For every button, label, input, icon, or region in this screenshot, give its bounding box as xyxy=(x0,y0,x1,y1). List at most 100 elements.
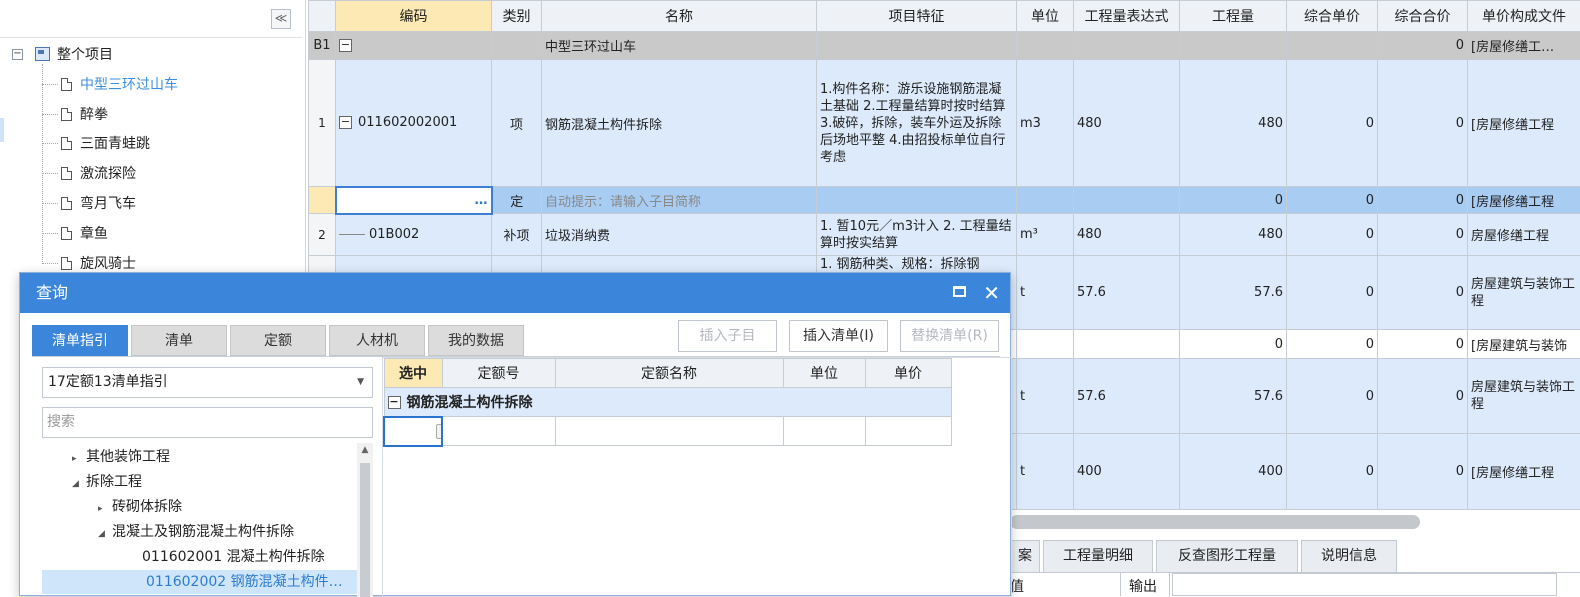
price-cell[interactable]: 0 xyxy=(1287,359,1378,434)
tree-item[interactable]: 旋风骑士 xyxy=(42,252,136,274)
total-cell[interactable]: 0 xyxy=(1378,60,1468,187)
expr-cell[interactable]: 480 xyxy=(1074,214,1180,256)
expr-cell[interactable]: 400 xyxy=(1074,434,1180,510)
expr-cell[interactable]: 57.6 xyxy=(1074,359,1180,434)
tab-partial[interactable]: 案 xyxy=(1010,540,1040,572)
name-cell[interactable]: 中型三环过山车 xyxy=(542,32,817,60)
guide-select[interactable]: 17定额13清单指引 ▼ xyxy=(42,367,373,398)
qty-cell[interactable]: 0 xyxy=(1180,187,1287,214)
header-quota-no[interactable]: 定额号 xyxy=(442,359,555,388)
tree-node[interactable]: ▸其他装饰工程 xyxy=(72,445,170,469)
chevron-down-icon[interactable]: ▼ xyxy=(357,368,364,397)
total-cell[interactable]: 0 xyxy=(1378,359,1468,434)
expand-icon[interactable]: ▸ xyxy=(72,447,86,471)
type-cell[interactable]: 补项 xyxy=(492,214,542,256)
tab-quota[interactable]: 定额 xyxy=(230,325,326,356)
qty-cell[interactable]: 57.6 xyxy=(1180,359,1287,434)
collapse-icon[interactable]: ◢ xyxy=(72,472,86,496)
price-cell[interactable]: 0 xyxy=(1287,256,1378,330)
qty-cell[interactable]: 400 xyxy=(1180,434,1287,510)
insert-child-button[interactable]: 插入子目 xyxy=(678,320,777,352)
group-row[interactable]: −钢筋混凝土构件拆除 xyxy=(384,388,951,417)
collapse-panel-button[interactable]: ≪ xyxy=(271,9,291,29)
collapse-toggle-icon[interactable]: − xyxy=(339,116,352,129)
unit-cell[interactable] xyxy=(1017,330,1074,359)
dialog-titlebar[interactable]: 查询 ✕ xyxy=(20,273,1010,313)
qty-cell[interactable]: 480 xyxy=(1180,214,1287,256)
maximize-icon[interactable] xyxy=(953,286,966,297)
tab-list-guide[interactable]: 清单指引 xyxy=(32,325,128,356)
close-icon[interactable]: ✕ xyxy=(983,273,1000,313)
output-field[interactable] xyxy=(1172,573,1557,596)
price-cell[interactable]: 0 xyxy=(1287,330,1378,359)
header-price[interactable]: 单价 xyxy=(865,359,951,388)
code-cell[interactable]: − xyxy=(336,32,492,60)
collapse-toggle-icon[interactable]: − xyxy=(12,49,23,60)
unit-cell[interactable]: t xyxy=(1017,434,1074,510)
tree-root[interactable]: − 整个项目 xyxy=(12,44,113,64)
expr-cell[interactable]: 57.6 xyxy=(1074,256,1180,330)
feature-cell[interactable]: 1. 暂10元／m3计入 2. 工程量结算时按实结算 xyxy=(817,214,1017,256)
table-row[interactable]: 2 01B002 补项 垃圾消纳费 1. 暂10元／m3计入 2. 工程量结算时… xyxy=(309,214,1580,256)
total-cell[interactable]: 0 xyxy=(1378,32,1468,60)
vertical-scrollbar[interactable]: ▲ xyxy=(357,443,373,597)
collapse-toggle-icon[interactable]: − xyxy=(339,39,352,52)
name-cell[interactable]: 垃圾消纳费 xyxy=(542,214,817,256)
tree-node[interactable]: ◢混凝土及钢筋混凝土构件拆除 xyxy=(98,520,294,544)
unit-cell[interactable]: t xyxy=(1017,256,1074,330)
price-cell[interactable]: 0 xyxy=(1287,60,1378,187)
type-cell[interactable]: 项 xyxy=(492,60,542,187)
tree-item[interactable]: 三面青蛙跳 xyxy=(42,132,150,154)
type-cell[interactable]: 定 xyxy=(492,187,542,214)
table-row[interactable]: 1 −011602002001 项 钢筋混凝土构件拆除 1.构件名称：游乐设施钢… xyxy=(309,60,1580,187)
code-input[interactable]: … xyxy=(336,187,492,214)
unit-cell[interactable]: m³ xyxy=(1017,214,1074,256)
tab-list[interactable]: 清单 xyxy=(131,325,227,356)
total-cell[interactable]: 0 xyxy=(1378,256,1468,330)
table-row[interactable] xyxy=(384,417,951,446)
scroll-up-icon[interactable]: ▲ xyxy=(357,443,373,457)
tab-labor-material[interactable]: 人材机 xyxy=(329,325,425,356)
header-code[interactable]: 编码 xyxy=(336,1,492,32)
name-cell[interactable]: 自动提示：请输入子目简称 xyxy=(542,187,817,214)
replace-list-button[interactable]: 替换清单(R) xyxy=(900,320,999,352)
search-input[interactable]: 搜索 xyxy=(42,407,373,438)
qty-cell[interactable]: 57.6 xyxy=(1180,256,1287,330)
header-select[interactable]: 选中 xyxy=(384,359,442,388)
select-cell[interactable] xyxy=(384,417,442,446)
total-cell[interactable]: 0 xyxy=(1378,214,1468,256)
tree-node[interactable]: ◢拆除工程 xyxy=(72,470,142,494)
header-type[interactable]: 类别 xyxy=(492,1,542,32)
price-cell[interactable]: 0 xyxy=(1287,434,1378,510)
table-row[interactable]: … 定 自动提示：请输入子目简称 0 0 0 [房屋修缮工程 xyxy=(309,187,1580,214)
horizontal-scrollbar[interactable] xyxy=(1010,515,1420,529)
collapse-icon[interactable]: ◢ xyxy=(98,522,112,546)
tab-quantity-detail[interactable]: 工程量明细 xyxy=(1043,540,1153,572)
file-cell[interactable]: [房屋修缮工程 xyxy=(1468,187,1580,214)
expr-cell[interactable] xyxy=(1074,330,1180,359)
code-cell[interactable]: −011602002001 xyxy=(336,60,492,187)
tree-item[interactable]: 中型三环过山车 xyxy=(42,73,178,95)
price-cell[interactable]: 0 xyxy=(1287,214,1378,256)
header-expr[interactable]: 工程量表达式 xyxy=(1074,1,1180,32)
header-feature[interactable]: 项目特征 xyxy=(817,1,1017,32)
file-cell[interactable]: 房屋建筑与装饰工程 xyxy=(1468,256,1580,330)
expand-icon[interactable]: ▸ xyxy=(98,497,112,521)
tab-my-data[interactable]: 我的数据 xyxy=(428,325,524,356)
tree-item[interactable]: 醉拳 xyxy=(42,103,108,125)
header-name[interactable]: 名称 xyxy=(542,1,817,32)
tab-reverse-lookup[interactable]: 反查图形工程量 xyxy=(1156,540,1298,572)
file-cell[interactable]: [房屋修缮工程 xyxy=(1468,60,1580,187)
type-cell[interactable] xyxy=(492,32,542,60)
qty-cell[interactable]: 0 xyxy=(1180,330,1287,359)
file-cell[interactable]: [房屋修缮工… xyxy=(1468,32,1580,60)
unit-cell[interactable]: m3 xyxy=(1017,60,1074,187)
header-total[interactable]: 综合合价 xyxy=(1378,1,1468,32)
expr-cell[interactable]: 480 xyxy=(1074,60,1180,187)
tab-description[interactable]: 说明信息 xyxy=(1301,540,1397,572)
file-cell[interactable]: 房屋建筑与装饰工程 xyxy=(1468,359,1580,434)
name-cell[interactable]: 钢筋混凝土构件拆除 xyxy=(542,60,817,187)
insert-list-button[interactable]: 插入清单(I) xyxy=(789,320,888,352)
code-cell[interactable]: 01B002 xyxy=(336,214,492,256)
scroll-thumb[interactable] xyxy=(360,463,370,597)
